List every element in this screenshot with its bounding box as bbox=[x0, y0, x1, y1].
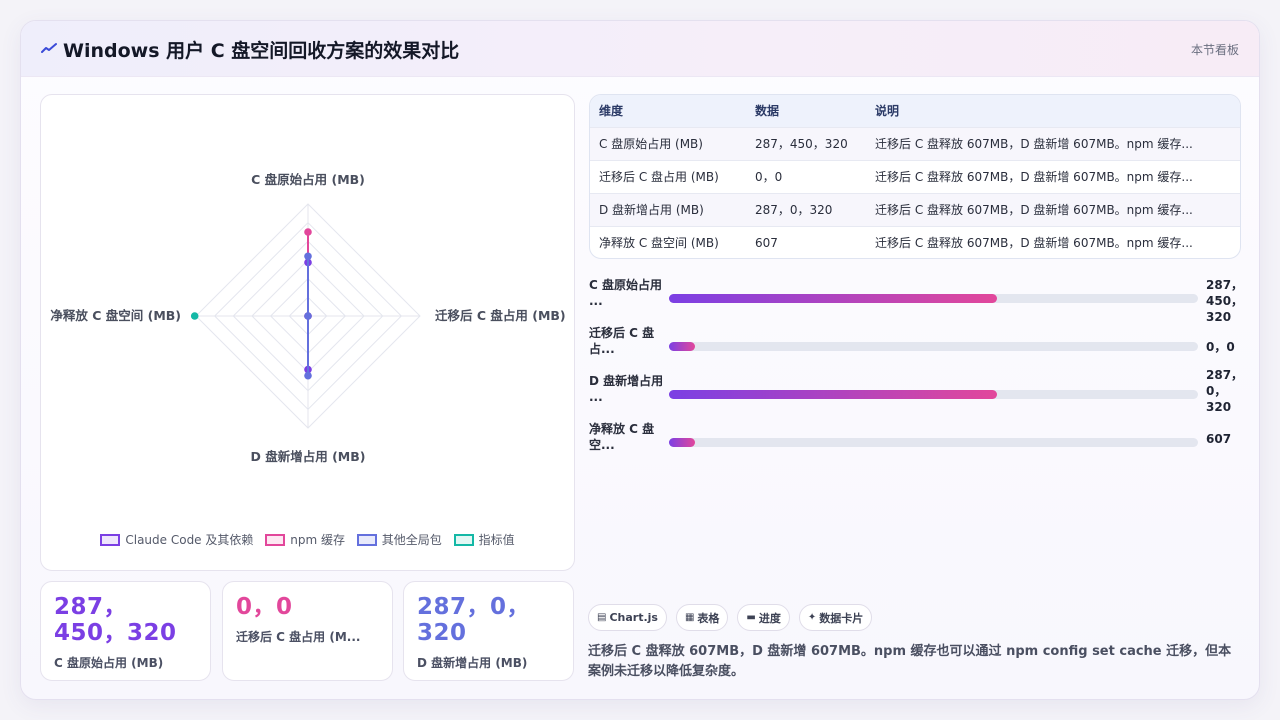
tag-chartjs[interactable]: ▤ Chart.js bbox=[588, 604, 667, 631]
progress-row: 迁移后 C 盘占... 0，0 bbox=[589, 325, 1241, 367]
stat-value: 0，0 bbox=[236, 594, 293, 620]
progress-track bbox=[669, 342, 1198, 351]
table-cell: 迁移后 C 盘占用 (MB) bbox=[590, 159, 746, 193]
legend-item-claude[interactable]: Claude Code 及其依赖 bbox=[100, 531, 253, 548]
table-cell: D 盘新增占用 (MB) bbox=[590, 192, 746, 226]
summary-note: 迁移后 C 盘释放 607MB，D 盘新增 607MB。npm 缓存也可以通过 … bbox=[588, 644, 1232, 679]
table-cell: 迁移后 C 盘释放 607MB，D 盘新增 607MB。npm 缓存... bbox=[866, 126, 1240, 160]
progress-value: 287，450，320 bbox=[1206, 278, 1244, 324]
section-badge: 本节看板 bbox=[1190, 43, 1239, 57]
progress-row: C 盘原始占用 ... 287，450，320 bbox=[589, 277, 1243, 324]
column-header: 维度 bbox=[590, 95, 746, 127]
radar-chart-panel: C 盘原始占用 (MB) 迁移后 C 盘占用 (MB) D 盘新增占用 (MB) 净释… bbox=[40, 94, 575, 571]
tag-table[interactable]: ▦ 表格 bbox=[675, 604, 729, 631]
sparkline-icon bbox=[41, 43, 57, 53]
stat-value: 287，0，320 bbox=[417, 594, 531, 646]
legend-label: Claude Code 及其依赖 bbox=[125, 533, 254, 547]
radar-axis-label: D 盘新增占用 (MB) bbox=[251, 449, 366, 464]
radar-axis-label: 净释放 C 盘空间 (MB) bbox=[50, 308, 181, 323]
table-row: C 盘原始占用 (MB) 287，450，320 迁移后 C 盘释放 607MB… bbox=[590, 126, 1240, 160]
stat-card: 287，450，320 C 盘原始占用 (MB) bbox=[40, 581, 211, 681]
tag-cards[interactable]: ✦ 数据卡片 bbox=[798, 604, 873, 631]
radar-point bbox=[304, 252, 312, 261]
tag-label: 表格 bbox=[697, 611, 720, 625]
progress-label: D 盘新增占用 ... bbox=[589, 374, 664, 404]
table-row: 净释放 C 盘空间 (MB) 607 迁移后 C 盘释放 607MB，D 盘新增… bbox=[590, 225, 1240, 258]
radar-point bbox=[304, 228, 312, 236]
stat-card: 0，0 迁移后 C 盘占用 (M... bbox=[222, 581, 393, 681]
radar-axis-label: 迁移后 C 盘占用 (MB) bbox=[435, 308, 566, 323]
tag-label: 数据卡片 bbox=[819, 611, 864, 625]
table-cell: 迁移后 C 盘释放 607MB，D 盘新增 607MB。npm 缓存... bbox=[866, 225, 1240, 258]
legend-swatch bbox=[453, 533, 474, 546]
table-cell: 287，450，320 bbox=[746, 126, 866, 160]
chart-legend: Claude Code 及其依赖 npm 缓存 其他全局包 指标值 bbox=[41, 531, 574, 549]
progress-fill bbox=[669, 390, 997, 399]
header: Windows 用户 C 盘空间回收方案的效果对比 本节看板 bbox=[21, 21, 1259, 77]
radar-axis-label: C 盘原始占用 (MB) bbox=[251, 172, 365, 187]
progress-row: D 盘新增占用 ... 287，0，320 bbox=[589, 368, 1243, 415]
chart-icon: ▤ bbox=[597, 612, 607, 623]
sparkle-icon: ✦ bbox=[807, 612, 817, 623]
legend-label: 其他全局包 bbox=[381, 533, 442, 547]
stat-label: C 盘原始占用 (MB) bbox=[54, 656, 164, 670]
progress-track bbox=[669, 438, 1198, 447]
table-cell: C 盘原始占用 (MB) bbox=[590, 126, 746, 160]
page-title: Windows 用户 C 盘空间回收方案的效果对比 bbox=[63, 40, 460, 62]
progress-label: 迁移后 C 盘占... bbox=[589, 326, 655, 356]
progress-track bbox=[669, 294, 1198, 303]
stat-label: 迁移后 C 盘占用 (M... bbox=[236, 630, 361, 644]
tag-progress[interactable]: ▬ 进度 bbox=[737, 604, 790, 631]
table-row: D 盘新增占用 (MB) 287，0，320 迁移后 C 盘释放 607MB，D… bbox=[590, 192, 1240, 226]
table-icon: ▦ bbox=[684, 612, 695, 623]
table-cell: 287，0，320 bbox=[746, 192, 866, 226]
progress-value: 287，0，320 bbox=[1206, 368, 1244, 414]
progress-value: 607 bbox=[1206, 432, 1232, 446]
legend-item-global[interactable]: 其他全局包 bbox=[356, 531, 442, 548]
tag-label: Chart.js bbox=[609, 611, 658, 624]
progress-row: 净释放 C 盘空... 607 bbox=[589, 421, 1241, 463]
progress-value: 0，0 bbox=[1206, 340, 1235, 354]
progress-fill bbox=[669, 342, 696, 351]
legend-item-metric[interactable]: 指标值 bbox=[453, 531, 515, 548]
radar-point bbox=[190, 312, 199, 320]
legend-label: npm 缓存 bbox=[290, 533, 345, 547]
radar-point bbox=[304, 312, 312, 320]
stat-value: 287，450，320 bbox=[54, 594, 177, 646]
data-table: 维度 数据 说明 C 盘原始占用 (MB) 287，450，320 迁移后 C … bbox=[589, 94, 1241, 259]
column-header: 说明 bbox=[866, 95, 1240, 127]
column-header: 数据 bbox=[746, 95, 866, 127]
table-cell: 0，0 bbox=[746, 159, 866, 193]
progress-label: 净释放 C 盘空... bbox=[589, 422, 655, 452]
table-header-row: 维度 数据 说明 bbox=[590, 95, 1240, 127]
progress-fill bbox=[669, 438, 696, 447]
legend-swatch bbox=[265, 533, 286, 546]
table-row: 迁移后 C 盘占用 (MB) 0，0 迁移后 C 盘释放 607MB，D 盘新增… bbox=[590, 159, 1240, 193]
progress-track bbox=[669, 390, 1198, 399]
legend-swatch bbox=[100, 533, 121, 546]
radar-chart: C 盘原始占用 (MB) 迁移后 C 盘占用 (MB) D 盘新增占用 (MB) 净释… bbox=[50, 172, 566, 464]
dashboard-card: Windows 用户 C 盘空间回收方案的效果对比 本节看板 C 盘原始占用 (… bbox=[20, 20, 1260, 700]
table-cell: 净释放 C 盘空间 (MB) bbox=[590, 225, 746, 258]
legend-swatch bbox=[356, 533, 377, 546]
tag-label: 进度 bbox=[758, 611, 781, 625]
table-cell: 迁移后 C 盘释放 607MB，D 盘新增 607MB。npm 缓存... bbox=[866, 159, 1240, 193]
table-cell: 迁移后 C 盘释放 607MB，D 盘新增 607MB。npm 缓存... bbox=[866, 192, 1240, 226]
legend-label: 指标值 bbox=[478, 533, 515, 547]
stat-card: 287，0，320 D 盘新增占用 (MB) bbox=[403, 581, 574, 681]
legend-item-npm[interactable]: npm 缓存 bbox=[265, 531, 345, 548]
table-cell: 607 bbox=[746, 225, 866, 258]
progress-fill bbox=[669, 294, 997, 303]
tag-list: ▤ Chart.js ▦ 表格 ▬ 进度 ✦ 数据卡片 bbox=[588, 604, 873, 631]
progress-icon: ▬ bbox=[746, 612, 756, 623]
radar-point bbox=[304, 371, 312, 380]
stat-label: D 盘新增占用 (MB) bbox=[417, 656, 528, 670]
progress-label: C 盘原始占用 ... bbox=[589, 278, 662, 308]
